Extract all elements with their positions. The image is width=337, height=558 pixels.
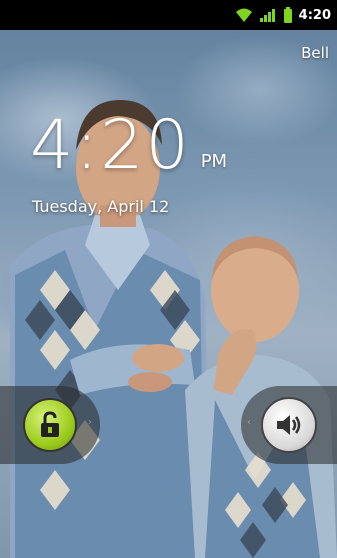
status-bar: 4:20 bbox=[0, 0, 337, 30]
lock-clock: 4:20 PM bbox=[30, 112, 227, 180]
unlock-slider-tab[interactable]: › bbox=[0, 386, 100, 464]
lock-screen: 4:20 Bell 4:20 PM Tuesday, April 12 › ‹ bbox=[0, 0, 337, 558]
battery-icon bbox=[283, 7, 293, 23]
signal-icon bbox=[259, 7, 277, 23]
sound-slider-tab[interactable]: ‹ bbox=[241, 386, 337, 464]
status-time: 4:20 bbox=[298, 7, 331, 23]
sound-icon bbox=[277, 415, 301, 435]
carrier-label: Bell bbox=[301, 44, 329, 62]
slide-arrow-icon: › bbox=[88, 417, 92, 428]
clock-ampm: PM bbox=[200, 151, 228, 172]
wifi-icon bbox=[235, 7, 253, 23]
wallpaper-image bbox=[0, 0, 337, 558]
unlock-icon bbox=[41, 411, 59, 437]
sound-toggle-button[interactable] bbox=[261, 397, 317, 453]
lock-date: Tuesday, April 12 bbox=[32, 197, 170, 216]
slide-arrow-icon: ‹ bbox=[247, 417, 251, 428]
unlock-button[interactable] bbox=[23, 398, 77, 452]
clock-time: 4:20 bbox=[30, 106, 191, 185]
